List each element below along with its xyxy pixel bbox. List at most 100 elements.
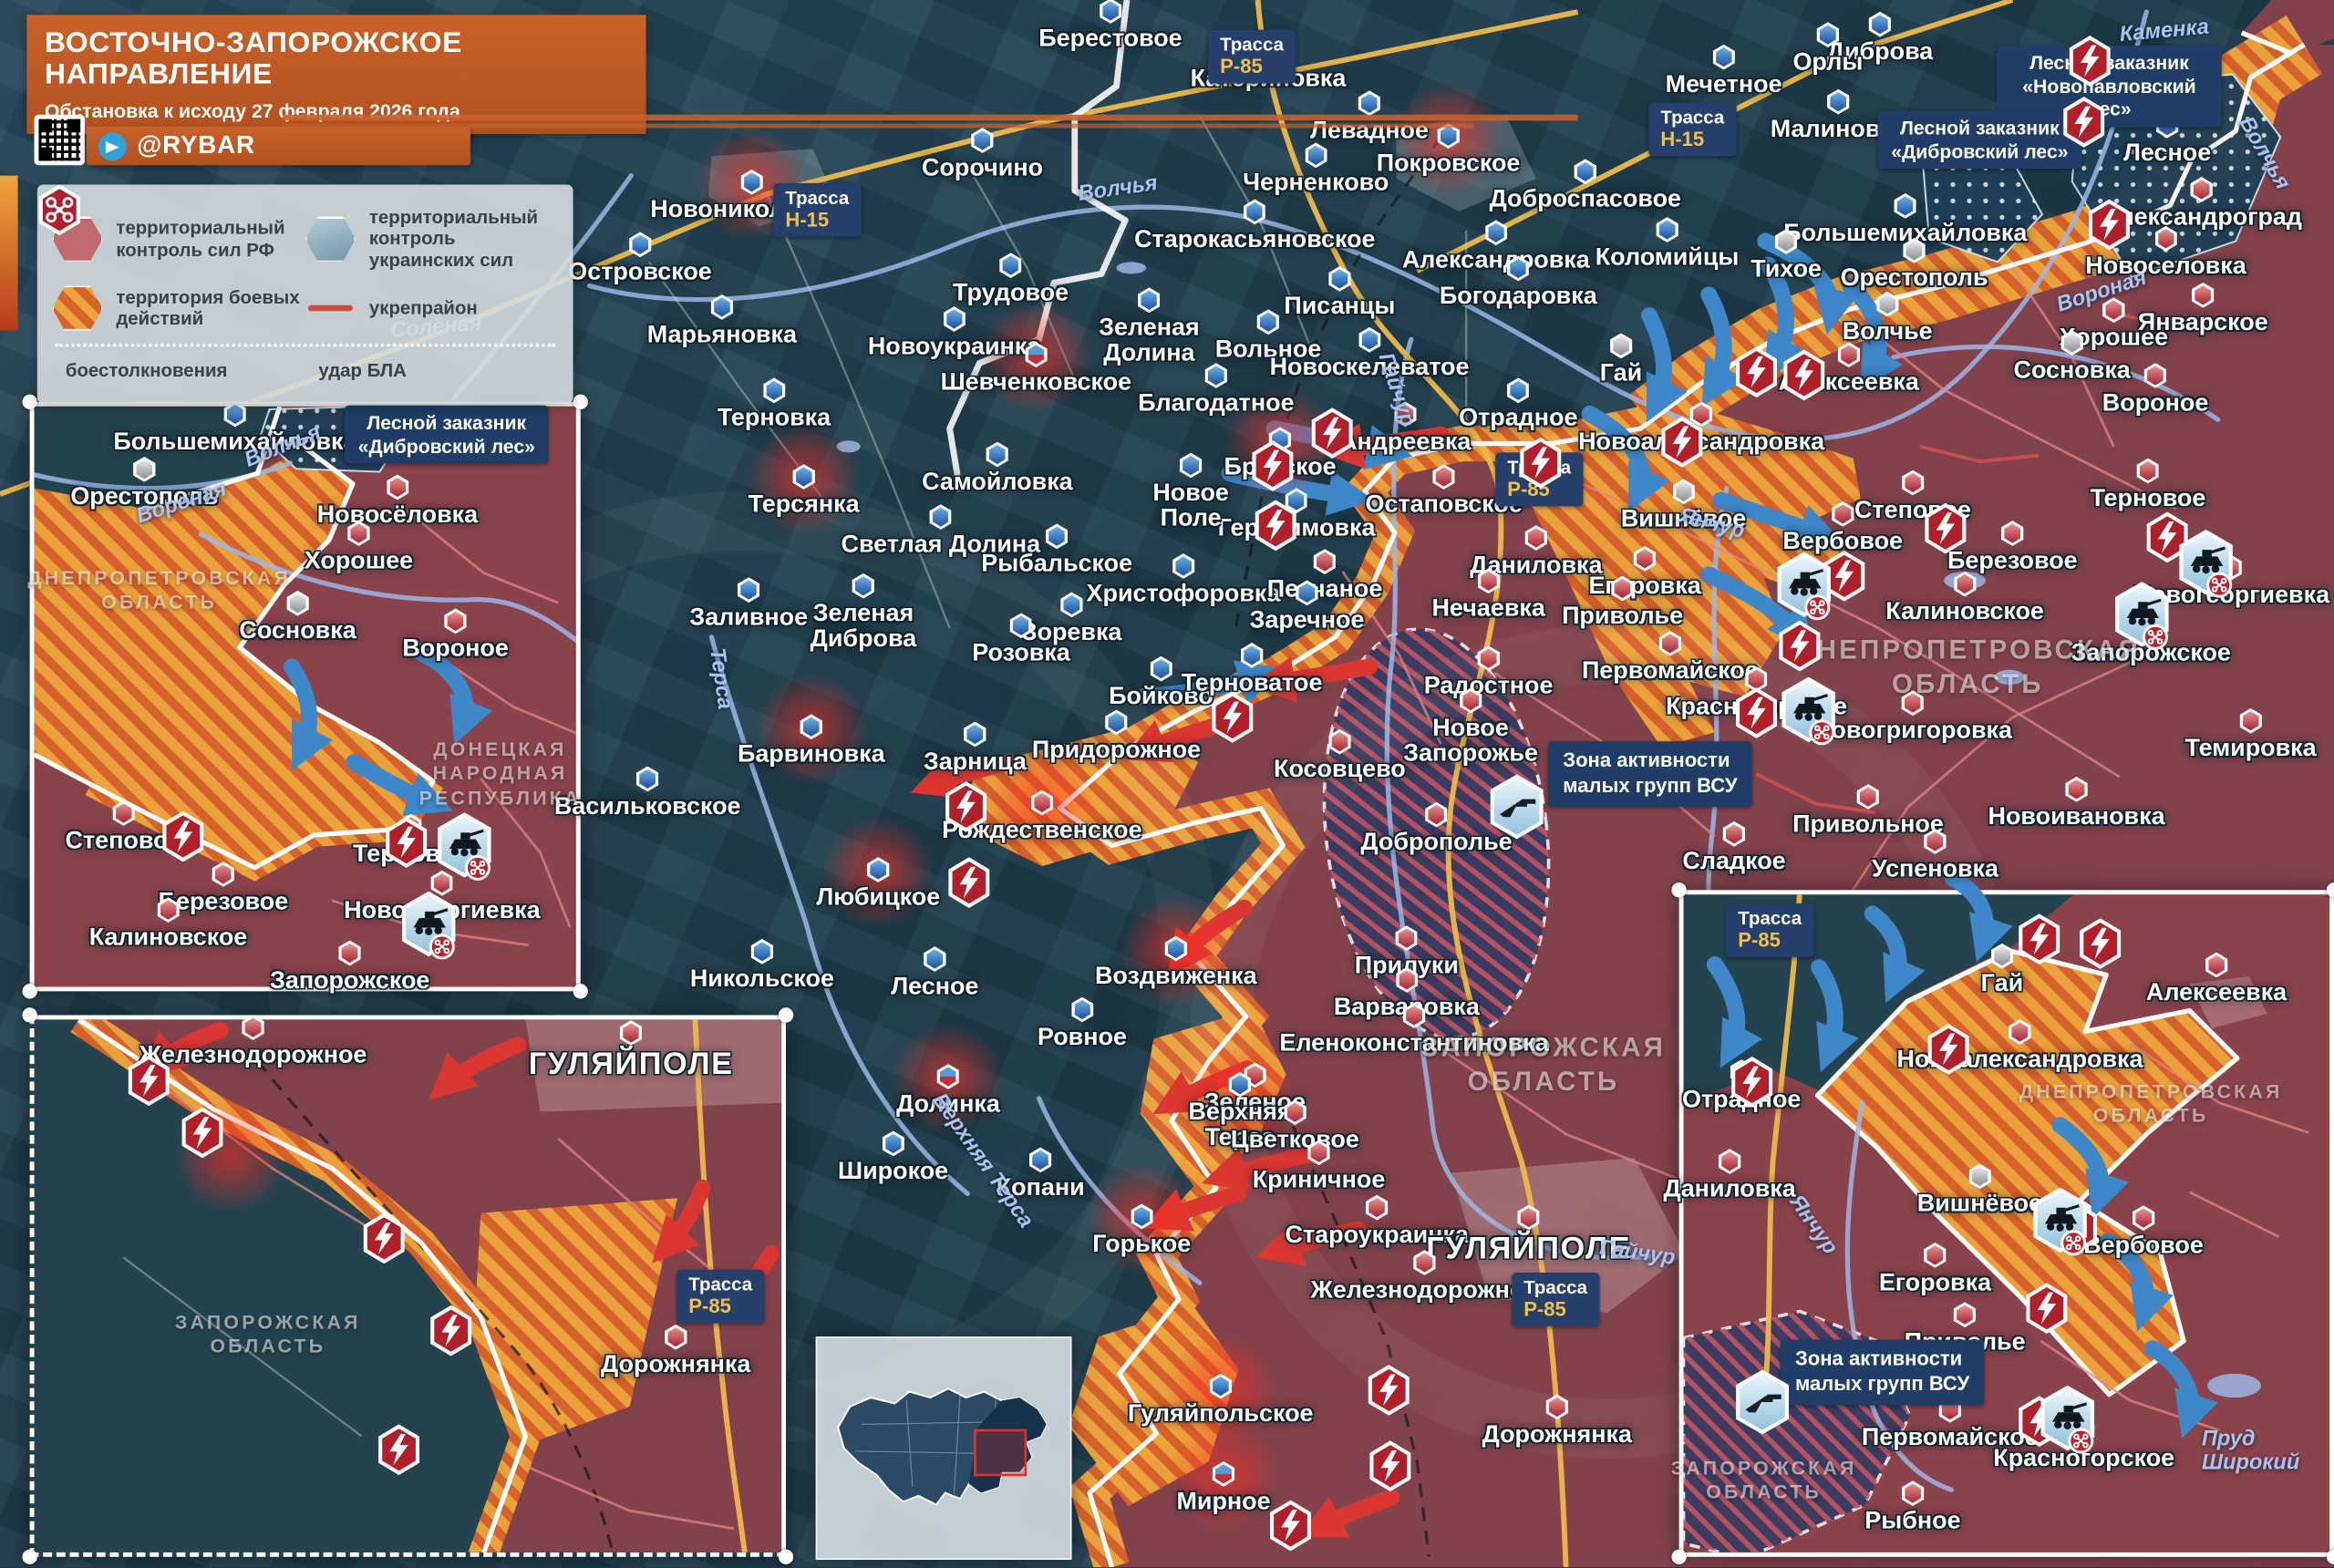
town[interactable]: Новоалександровка bbox=[1896, 1019, 2143, 1073]
town[interactable]: Вишнёвое bbox=[1917, 1163, 2042, 1217]
town[interactable]: Орлы bbox=[1792, 22, 1863, 76]
town-marker-icon bbox=[1046, 523, 1068, 549]
town[interactable]: Трудовое bbox=[953, 253, 1069, 306]
town[interactable]: Степовое bbox=[66, 800, 182, 854]
town[interactable]: Успеновка bbox=[1872, 829, 1998, 882]
town[interactable]: Гай bbox=[1981, 944, 2023, 997]
town[interactable]: Волчье bbox=[1843, 292, 1933, 346]
town-marker-icon bbox=[1205, 363, 1227, 388]
town[interactable]: Терновое bbox=[2090, 459, 2205, 512]
town[interactable]: Отрадное bbox=[1682, 1059, 1801, 1113]
town[interactable]: Гай bbox=[1600, 333, 1642, 387]
town[interactable]: Новогеоргиевка bbox=[2133, 555, 2329, 609]
town[interactable]: Марьяновка bbox=[647, 294, 797, 348]
town[interactable]: Горькое bbox=[1092, 1204, 1191, 1258]
town[interactable]: Новое Поле bbox=[1152, 453, 1229, 533]
town[interactable]: Новоалександровка bbox=[1578, 402, 1824, 456]
town-label: Березовое bbox=[1947, 549, 2078, 574]
town[interactable]: Новоивановка bbox=[1988, 777, 2165, 830]
town[interactable]: Заливное bbox=[689, 577, 808, 631]
town[interactable]: Терноватое bbox=[1182, 643, 1323, 696]
town[interactable]: Берестовое bbox=[1038, 0, 1182, 52]
town[interactable]: Зеленая Диброва bbox=[811, 573, 917, 654]
town-marker-icon bbox=[999, 253, 1021, 278]
town[interactable]: Мечетное bbox=[1666, 45, 1782, 98]
town[interactable]: Лесное bbox=[891, 946, 978, 1000]
town-marker-icon bbox=[431, 871, 453, 896]
town[interactable]: Богодаровка bbox=[1440, 256, 1597, 310]
town[interactable]: Криничное bbox=[1253, 1140, 1386, 1193]
telegram-icon bbox=[98, 131, 127, 160]
town[interactable]: Широкое bbox=[838, 1131, 948, 1185]
town[interactable]: Красногорское bbox=[1993, 1418, 2174, 1472]
town[interactable]: Отрадное bbox=[1459, 377, 1577, 431]
town[interactable]: Новоселовка bbox=[2085, 226, 2246, 280]
region-label: ЗАПОРОЖСКАЯ ОБЛАСТЬ bbox=[1421, 1031, 1666, 1098]
town[interactable]: Нечаевка bbox=[1431, 568, 1544, 622]
town-marker-icon bbox=[1396, 925, 1418, 951]
town[interactable]: Калиновское bbox=[1885, 572, 2044, 625]
town[interactable]: Терновка bbox=[718, 377, 831, 431]
town[interactable]: Хорошее bbox=[305, 521, 413, 574]
town[interactable]: Новое Запорожье bbox=[1403, 688, 1538, 769]
town[interactable]: Доброспасовое bbox=[1490, 159, 1682, 212]
town[interactable]: Барвиновка bbox=[738, 714, 885, 768]
town-label: Егоровка bbox=[1879, 1271, 1991, 1296]
town[interactable]: Старокасьяновское bbox=[1134, 200, 1375, 253]
town[interactable]: Железнодорожное bbox=[139, 1015, 367, 1068]
town[interactable]: Сорочино bbox=[922, 128, 1043, 181]
town[interactable]: Зарница bbox=[924, 722, 1027, 776]
town[interactable]: Черненково bbox=[1243, 142, 1389, 196]
town[interactable]: Тихое bbox=[1750, 229, 1822, 283]
town[interactable]: Шевченковское bbox=[941, 342, 1132, 396]
town[interactable]: Ровное bbox=[1038, 997, 1127, 1051]
town[interactable]: Косовцево bbox=[1274, 729, 1406, 783]
town[interactable]: Терновое bbox=[353, 814, 469, 868]
town[interactable]: Самойловка bbox=[922, 442, 1073, 496]
map-legend: территориальный контроль сил РФ территор… bbox=[37, 184, 573, 402]
town[interactable]: Герасимовка bbox=[1218, 488, 1376, 542]
town[interactable]: Придорожное bbox=[1032, 710, 1201, 764]
town-marker-icon bbox=[751, 939, 773, 965]
town[interactable]: Вороное bbox=[402, 608, 509, 662]
town[interactable]: Запорожское bbox=[270, 941, 429, 995]
town[interactable]: Васильковское bbox=[554, 767, 741, 820]
town[interactable]: Коломийцы bbox=[1596, 217, 1740, 271]
town[interactable]: Калиновское bbox=[89, 897, 248, 951]
town[interactable]: Березовое bbox=[1947, 521, 2078, 574]
town[interactable]: Никольское bbox=[690, 939, 834, 993]
town[interactable]: Гуляйпольское bbox=[1128, 1374, 1314, 1428]
town[interactable]: Степовое bbox=[1854, 470, 1971, 524]
town[interactable]: Воздвиженка bbox=[1095, 936, 1257, 990]
town[interactable]: Доброполье bbox=[1360, 802, 1512, 856]
town[interactable]: Рождественское bbox=[942, 790, 1141, 844]
town[interactable]: Алексеевка bbox=[2146, 953, 2287, 1006]
town[interactable]: Дорожнянка bbox=[1482, 1395, 1632, 1449]
town[interactable]: Железнодорожное bbox=[1311, 1250, 1539, 1304]
town[interactable]: Орестополь bbox=[1841, 238, 1988, 292]
town[interactable]: Егоровка bbox=[1879, 1243, 1991, 1296]
town[interactable]: Новогеоргиевка bbox=[344, 871, 540, 924]
town[interactable]: Алексеевка bbox=[1779, 342, 1919, 396]
town[interactable]: Даниловка bbox=[1664, 1149, 1796, 1202]
town[interactable]: Дорожнянка bbox=[601, 1325, 750, 1378]
town-label: Новоалександровка bbox=[1896, 1047, 2143, 1073]
town[interactable]: Вороное bbox=[2102, 363, 2209, 417]
town[interactable]: Вербовое bbox=[2083, 1205, 2204, 1259]
town[interactable]: Рыбное bbox=[1864, 1480, 1960, 1534]
town[interactable]: Благодатное bbox=[1138, 363, 1294, 417]
inset-corner-dot bbox=[22, 1550, 36, 1564]
town[interactable]: Приволье bbox=[1562, 576, 1683, 630]
town-marker-icon bbox=[1071, 997, 1093, 1023]
town[interactable]: Мирное bbox=[1176, 1461, 1270, 1515]
town[interactable]: Братское bbox=[1224, 427, 1336, 480]
town[interactable]: Розовка bbox=[972, 613, 1070, 666]
town[interactable]: Темировка bbox=[2184, 708, 2316, 762]
town[interactable]: Любицкое bbox=[816, 857, 940, 911]
town[interactable]: Заречное bbox=[1249, 580, 1364, 634]
town[interactable]: Новоскелеватое bbox=[1270, 327, 1470, 381]
town[interactable]: ГУЛЯЙПОЛЕ bbox=[529, 1020, 734, 1081]
town[interactable]: Сладкое bbox=[1682, 821, 1785, 875]
town[interactable]: Островское bbox=[568, 232, 711, 285]
town[interactable]: Большемихайловка bbox=[113, 402, 356, 456]
